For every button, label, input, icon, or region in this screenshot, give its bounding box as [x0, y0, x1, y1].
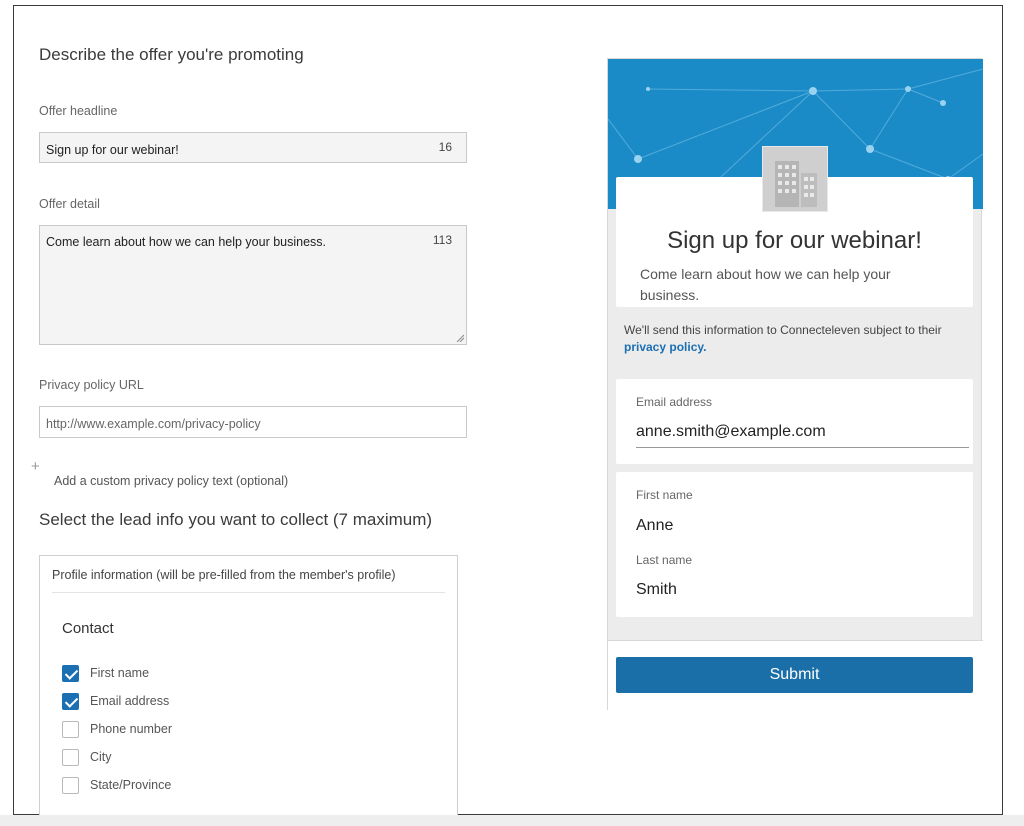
checkbox-label: Phone number: [90, 722, 173, 736]
bottom-shade: [0, 815, 1024, 826]
last-name-label: Last name: [636, 553, 693, 567]
privacy-url-field[interactable]: http://www.example.com/privacy-policy: [39, 406, 467, 438]
first-name-label: First name: [636, 488, 693, 502]
email-card: Email address anne.smith@example.com: [616, 379, 973, 464]
submit-area: Submit: [608, 640, 983, 711]
checkbox-row-city[interactable]: City: [62, 748, 112, 766]
checkbox-checked-icon[interactable]: [62, 664, 79, 682]
offer-detail-label: Offer detail: [39, 197, 100, 211]
checkbox-label: Email address: [90, 694, 170, 708]
lead-info-title: Select the lead info you want to collect…: [39, 510, 433, 529]
checkbox-row-email[interactable]: Email address: [62, 692, 169, 710]
building-icon: [762, 146, 828, 212]
checkbox-checked-icon[interactable]: [62, 692, 79, 710]
offer-detail-value: Come learn about how we can help your bu…: [46, 235, 327, 249]
contact-category-heading: Contact: [62, 620, 114, 637]
custom-privacy-link[interactable]: Add a custom privacy policy text (option…: [54, 474, 288, 488]
checkbox-unchecked-icon[interactable]: [62, 720, 79, 738]
lead-form-preview: Sign up for our webinar! Come learn abou…: [607, 58, 983, 711]
privacy-notice: We'll send this information to Connectel…: [624, 322, 964, 356]
preview-detail: Come learn about how we can help your bu…: [640, 266, 891, 303]
offer-headline-value: Sign up for our webinar!: [46, 143, 179, 157]
plus-icon[interactable]: +: [31, 459, 40, 474]
offer-headline-field[interactable]: Sign up for our webinar! 16: [39, 132, 467, 163]
offer-detail-count: 113: [432, 233, 452, 247]
privacy-notice-text: We'll send this information to Connectel…: [624, 323, 942, 337]
email-underline: [636, 447, 969, 448]
offer-headline-count: 16: [438, 140, 452, 154]
checkbox-label: State/Province: [90, 778, 172, 792]
resize-handle-icon[interactable]: [456, 334, 464, 342]
privacy-url-label: Privacy policy URL: [39, 378, 144, 392]
name-card: First name Anne Last name Smith: [616, 472, 973, 617]
checkbox-row-phone[interactable]: Phone number: [62, 720, 172, 738]
email-input[interactable]: anne.smith@example.com: [636, 423, 826, 441]
offer-headline-label: Offer headline: [39, 104, 118, 118]
checkbox-unchecked-icon[interactable]: [62, 776, 79, 794]
privacy-url-placeholder: http://www.example.com/privacy-policy: [46, 417, 261, 431]
checkbox-label: First name: [90, 666, 150, 680]
checkbox-row-state[interactable]: State/Province: [62, 776, 171, 794]
preview-title: Sign up for our webinar!: [667, 227, 922, 254]
privacy-policy-link[interactable]: privacy policy.: [624, 340, 706, 354]
lead-info-box: Profile information (will be pre-filled …: [39, 555, 458, 815]
checkbox-row-first-name[interactable]: First name: [62, 664, 149, 682]
checkbox-label: City: [90, 750, 112, 764]
offer-detail-field[interactable]: Come learn about how we can help your bu…: [39, 225, 467, 345]
divider: [52, 592, 445, 593]
profile-info-subtitle: Profile information (will be pre-filled …: [52, 568, 396, 582]
last-name-input[interactable]: Smith: [636, 581, 677, 599]
first-name-input[interactable]: Anne: [636, 517, 673, 535]
submit-button[interactable]: Submit: [616, 657, 973, 693]
offer-section-title: Describe the offer you're promoting: [39, 45, 304, 64]
email-label: Email address: [636, 395, 713, 409]
checkbox-unchecked-icon[interactable]: [62, 748, 79, 766]
